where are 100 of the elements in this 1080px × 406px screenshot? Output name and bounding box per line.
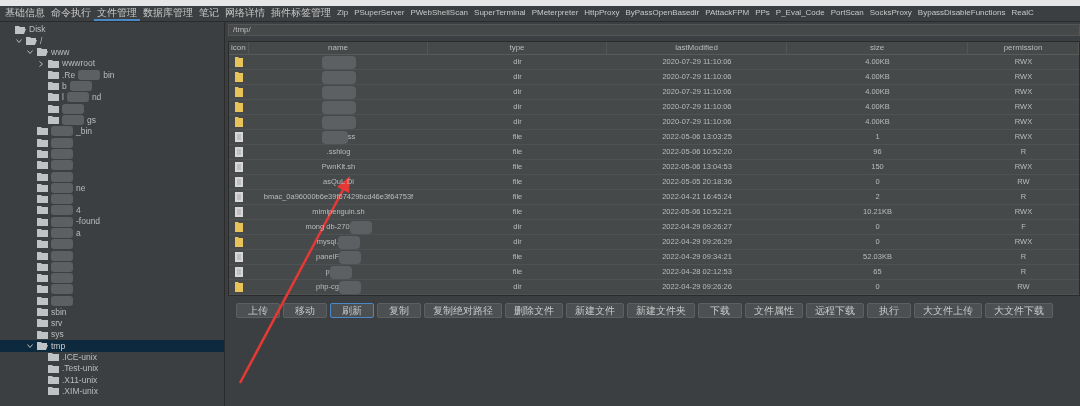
tab[interactable]: PAttackFPM (702, 6, 753, 21)
tree-label: 4 (76, 206, 81, 215)
toolbar-button[interactable]: 复制 (376, 303, 421, 318)
chevron-down-icon[interactable] (27, 342, 33, 349)
tree-item[interactable]: ne (0, 182, 224, 194)
tab[interactable]: BypassDisableFunctions (914, 6, 1009, 21)
chevron-down-icon[interactable] (16, 37, 22, 44)
tree-label: Disk (29, 25, 46, 34)
folder-icon (37, 296, 48, 305)
tree-label: -found (76, 217, 101, 226)
tree-label: sbin (51, 307, 67, 317)
tab[interactable]: 基础信息 (2, 6, 48, 21)
tab[interactable]: HttpProxy (581, 6, 623, 21)
open-folder-icon (37, 341, 48, 350)
tree-label: l (62, 93, 64, 102)
tab[interactable]: 网络详情 (222, 6, 268, 21)
toolbar-button[interactable]: 刷新 (329, 303, 374, 318)
tab[interactable]: PWebShellScan (407, 6, 472, 21)
folder-icon (37, 183, 48, 192)
column-header[interactable]: name (249, 42, 428, 54)
toolbar-button[interactable]: 大文件上传 (913, 303, 982, 318)
column-header[interactable]: permission (968, 42, 1079, 54)
tree-item[interactable]: Disk (0, 24, 224, 36)
tab[interactable]: RealC (1008, 6, 1037, 21)
tree-item[interactable]: .Re bin (0, 69, 224, 81)
folder-icon (37, 229, 48, 237)
tree-item[interactable]: .ICE-unix (0, 351, 224, 363)
tree-label: nd (91, 93, 102, 102)
tab[interactable]: SocksProxy (866, 6, 915, 21)
folder-icon (37, 149, 48, 158)
toolbar-button[interactable]: 远程下载 (805, 303, 864, 318)
tab[interactable]: SuperTerminal (471, 6, 529, 21)
tree-item[interactable]: .XIM-unix (0, 385, 224, 397)
tab[interactable]: P_Eval_Code (772, 6, 828, 21)
open-folder-icon (37, 48, 48, 57)
tree-item[interactable]: l nd (0, 91, 224, 104)
folder-icon (48, 104, 59, 113)
tree-item[interactable]: .Test-unix (0, 362, 224, 375)
tree-item[interactable]: b (0, 80, 224, 92)
tab[interactable]: PMeterpreter (528, 6, 582, 21)
tree-label: .XIM-unix (62, 386, 98, 396)
tree-item[interactable]: gs (0, 114, 224, 126)
tree-label: .ICE-unix (62, 353, 97, 362)
tree-label: tmp (51, 341, 66, 351)
tree-label: .Re (62, 70, 76, 80)
toolbar-button[interactable]: 新建文件夹 (626, 303, 695, 318)
toolbar-button[interactable]: 文件属性 (744, 303, 803, 318)
tab[interactable]: PortScan (827, 6, 867, 21)
tree-item[interactable]: -found (0, 216, 224, 228)
tab[interactable]: PSuperServer (351, 6, 408, 21)
folder-icon (37, 138, 48, 147)
column-header[interactable]: lastModified (607, 42, 787, 54)
tab[interactable]: PPs (752, 6, 773, 21)
toolbar-button[interactable]: 大文件下载 (984, 303, 1053, 318)
folder-icon (37, 308, 48, 317)
tab[interactable]: Zip (334, 6, 352, 21)
tab[interactable]: 命令执行 (48, 6, 94, 21)
folder-icon (37, 206, 48, 215)
toolbar-button[interactable]: 移动 (282, 303, 327, 318)
tree-item[interactable]: wwwroot (0, 57, 224, 70)
chevron-down-icon[interactable] (27, 49, 33, 56)
column-header[interactable]: icon (229, 42, 249, 54)
toolbar-button[interactable]: 新建文件 (565, 303, 624, 318)
tree-item[interactable]: / (0, 35, 224, 47)
folder-icon (48, 364, 59, 373)
tree-item[interactable]: srv (0, 317, 224, 329)
tab[interactable]: 数据库管理 (140, 6, 196, 21)
toolbar-button[interactable]: 删除文件 (504, 303, 563, 318)
tree-item[interactable]: _bin (0, 125, 224, 137)
column-header[interactable]: size (787, 42, 968, 54)
folder-icon (37, 217, 48, 226)
folder-icon (37, 195, 48, 204)
tree-item[interactable]: .X11-unix (0, 374, 224, 386)
path-field[interactable]: /tmp/ (228, 24, 1080, 36)
tree-item[interactable]: sbin (0, 306, 224, 318)
tree-label: / (40, 36, 43, 46)
tree-item[interactable]: 4 (0, 204, 224, 217)
folder-icon (37, 274, 48, 283)
folder-icon (37, 161, 48, 170)
folder-icon (37, 285, 48, 294)
toolbar-button[interactable]: 复制绝对路径 (423, 303, 502, 318)
toolbar-button[interactable]: 执行 (866, 303, 911, 318)
toolbar-button[interactable]: 上传 (235, 303, 280, 318)
tree-item[interactable]: www (0, 46, 224, 58)
chevron-right-icon[interactable] (38, 60, 44, 67)
tree-item[interactable]: tmp (0, 340, 224, 352)
folder-icon (48, 82, 59, 91)
tree-label: a (76, 228, 81, 238)
tree-item[interactable]: sys (0, 329, 224, 341)
tree-label: gs (87, 115, 96, 125)
column-header[interactable]: type (428, 42, 607, 54)
folder-icon (48, 387, 59, 396)
tab[interactable]: 笔记 (196, 6, 222, 21)
tree-label: bin (103, 70, 115, 80)
tree-label: .X11-unix (62, 375, 98, 385)
tab[interactable]: 插件标签管理 (268, 6, 334, 21)
tab[interactable]: ByPassOpenBasedir (622, 6, 703, 21)
tree-item[interactable]: a (0, 227, 224, 239)
tree-label: www (51, 48, 70, 57)
toolbar-button[interactable]: 下载 (697, 303, 742, 318)
